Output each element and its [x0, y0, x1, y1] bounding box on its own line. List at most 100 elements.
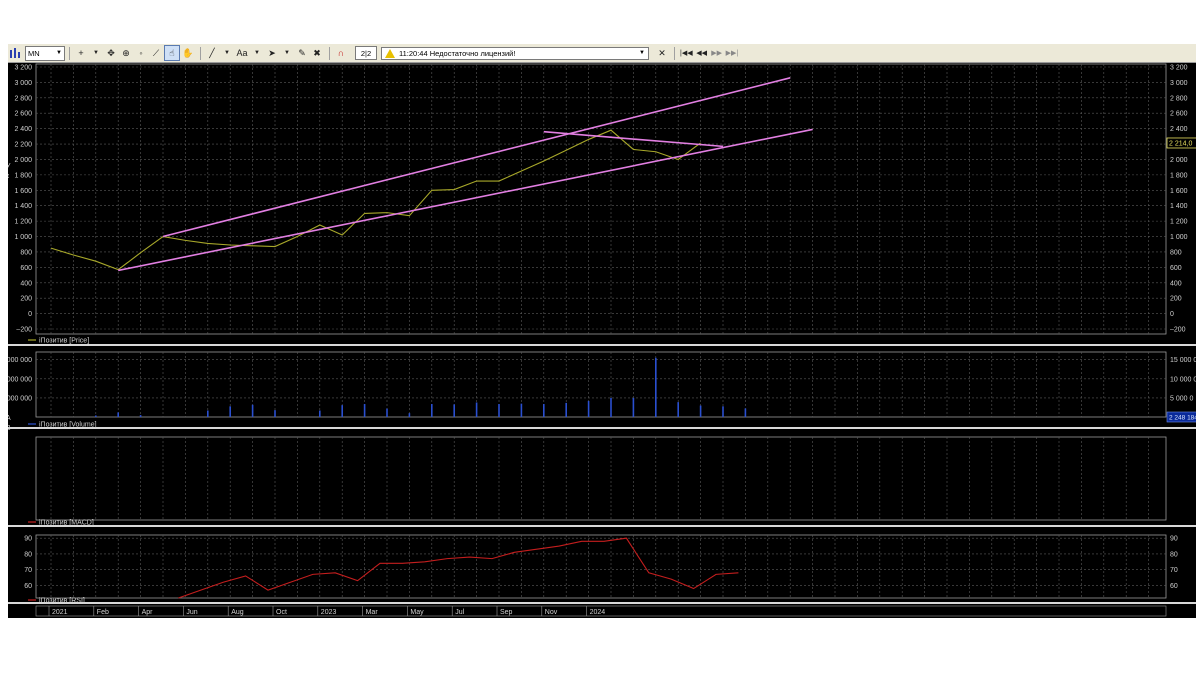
- price-tick-label-right: 600: [1170, 265, 1182, 272]
- price-legend-label: iПозитив [Price]: [39, 338, 89, 345]
- price-tick-label-right: –200: [1170, 327, 1186, 334]
- rsi-tick-label-left: 70: [24, 567, 32, 574]
- pane-separator[interactable]: [8, 427, 1196, 429]
- volume-bar: [543, 404, 545, 417]
- rsi-tick-label-right: 80: [1170, 551, 1178, 558]
- volume-bar: [117, 412, 119, 417]
- rsi-tick-label-left: 60: [24, 583, 32, 590]
- rsi-tick-label-left: 80: [24, 551, 32, 558]
- current-price-value: 2 214,0: [1169, 140, 1192, 147]
- trend-channel-line[interactable]: [118, 128, 813, 272]
- volume-bar: [274, 410, 276, 417]
- volume-bar: [677, 402, 679, 417]
- price-tick-label-left: 2 000: [14, 157, 32, 164]
- volume-bar: [610, 397, 612, 417]
- volume-bar: [207, 410, 209, 417]
- pane-separator[interactable]: [8, 344, 1196, 346]
- volume-bar: [363, 404, 366, 417]
- pane-separator[interactable]: [8, 525, 1196, 527]
- left-edge-glyph: В: [8, 425, 11, 432]
- volume-bar: [431, 404, 433, 417]
- volume-bar: [341, 405, 343, 417]
- time-axis-label: Jun: [186, 609, 197, 616]
- volume-bar: [699, 405, 702, 417]
- volume-tick-label-right: 15 000 0: [1170, 357, 1196, 364]
- macd-pane-frame: [35, 436, 1167, 521]
- price-tick-label-right: 1 600: [1170, 188, 1188, 195]
- price-tick-label-right: 200: [1170, 296, 1182, 303]
- time-axis-label: Aug: [231, 609, 244, 616]
- price-tick-label-right: 1 000: [1170, 234, 1188, 241]
- volume-bar: [139, 415, 142, 417]
- volume-tick-label-left: 0 000 000: [8, 357, 32, 364]
- price-tick-label-right: 2 600: [1170, 111, 1188, 118]
- price-tick-label-right: 400: [1170, 280, 1182, 287]
- left-edge-glyph: к: [8, 173, 10, 180]
- volume-pane-frame: [35, 351, 1167, 418]
- price-tick-label-right: 3 200: [1170, 65, 1188, 72]
- rsi-tick-label-right: 70: [1170, 567, 1178, 574]
- volume-tick-label-left: 000 000: [8, 376, 32, 383]
- volume-bar: [744, 408, 747, 417]
- time-axis-label: Oct: [276, 609, 287, 616]
- pane-separator[interactable]: [8, 602, 1196, 604]
- price-tick-label-left: 3 200: [14, 65, 32, 72]
- rsi-tick-label-right: 60: [1170, 583, 1178, 590]
- price-tick-label-right: 2 400: [1170, 126, 1188, 133]
- volume-bar: [408, 413, 411, 417]
- time-axis-label: Feb: [97, 609, 109, 616]
- volume-bar: [722, 406, 724, 417]
- price-series-line: [50, 129, 701, 271]
- price-tick-label-right: 0: [1170, 311, 1174, 318]
- price-tick-label-left: 2 600: [14, 111, 32, 118]
- price-tick-label-left: –200: [16, 327, 32, 334]
- rsi-tick-label-left: 90: [24, 536, 32, 543]
- price-tick-label-left: 2 400: [14, 126, 32, 133]
- volume-bar: [251, 404, 254, 417]
- volume-bar: [95, 415, 97, 417]
- price-tick-label-right: 1 400: [1170, 203, 1188, 210]
- price-tick-label-left: 200: [20, 296, 32, 303]
- volume-tick-label-left: 000 000: [8, 395, 32, 402]
- left-edge-glyph: У: [8, 163, 11, 170]
- time-axis-label: 2024: [590, 609, 606, 616]
- rsi-tick-label-right: 90: [1170, 536, 1178, 543]
- time-axis-label: Mar: [366, 609, 379, 616]
- time-axis-label: May: [410, 609, 424, 616]
- chart-area[interactable]: –200 –200 0 0 200 200 400 400 600 600 800 800 1 000 1…: [8, 44, 1196, 618]
- price-tick-label-left: 1 800: [14, 172, 32, 179]
- time-axis-label: Apr: [142, 609, 154, 616]
- volume-bar: [587, 400, 590, 417]
- volume-bar: [453, 404, 455, 417]
- time-axis-label: Nov: [545, 609, 558, 616]
- rsi-legend-label: iПозитив [RSI]: [39, 598, 85, 605]
- rsi-series-line: [178, 537, 739, 599]
- price-tick-label-left: 2 800: [14, 95, 32, 102]
- volume-bar: [565, 402, 567, 417]
- price-pane-frame: [35, 63, 1167, 335]
- price-tick-label-left: 400: [20, 280, 32, 287]
- volume-bar: [475, 402, 478, 417]
- price-tick-label-left: 1 000: [14, 234, 32, 241]
- price-tick-label-right: 2 800: [1170, 95, 1188, 102]
- price-tick-label-right: 800: [1170, 249, 1182, 256]
- left-edge-glyph: А: [8, 415, 11, 422]
- macd-legend-label: iПозитив [MACD]: [39, 520, 94, 527]
- price-tick-label-left: 1 600: [14, 188, 32, 195]
- price-tick-label-right: 2 000: [1170, 157, 1188, 164]
- time-axis-label: 2023: [321, 609, 337, 616]
- price-tick-label-right: 3 000: [1170, 80, 1188, 87]
- volume-tick-label-right: 10 000 0: [1170, 376, 1196, 383]
- volume-bar: [386, 408, 388, 417]
- time-axis-label: Sep: [500, 609, 513, 616]
- price-tick-label-right: 1 200: [1170, 219, 1188, 226]
- volume-bar: [632, 397, 635, 417]
- volume-bar: [498, 404, 500, 417]
- volume-tick-label-right: 5 000 0: [1170, 395, 1193, 402]
- volume-legend-label: iПозитив [Volume]: [39, 422, 97, 429]
- price-tick-label-left: 3 000: [14, 80, 32, 87]
- trading-terminal-window: MN ▼ + ▼ ✥ ⊕ ◦ ⟋ ☝ ✋ ╱ ▼ Aa ▼ ➤ ▼ ✎ ✖ ∩ …: [8, 44, 1196, 618]
- volume-bar: [319, 410, 321, 417]
- current-volume-value: 2 248 184: [1169, 415, 1196, 422]
- price-tick-label-left: 1 200: [14, 219, 32, 226]
